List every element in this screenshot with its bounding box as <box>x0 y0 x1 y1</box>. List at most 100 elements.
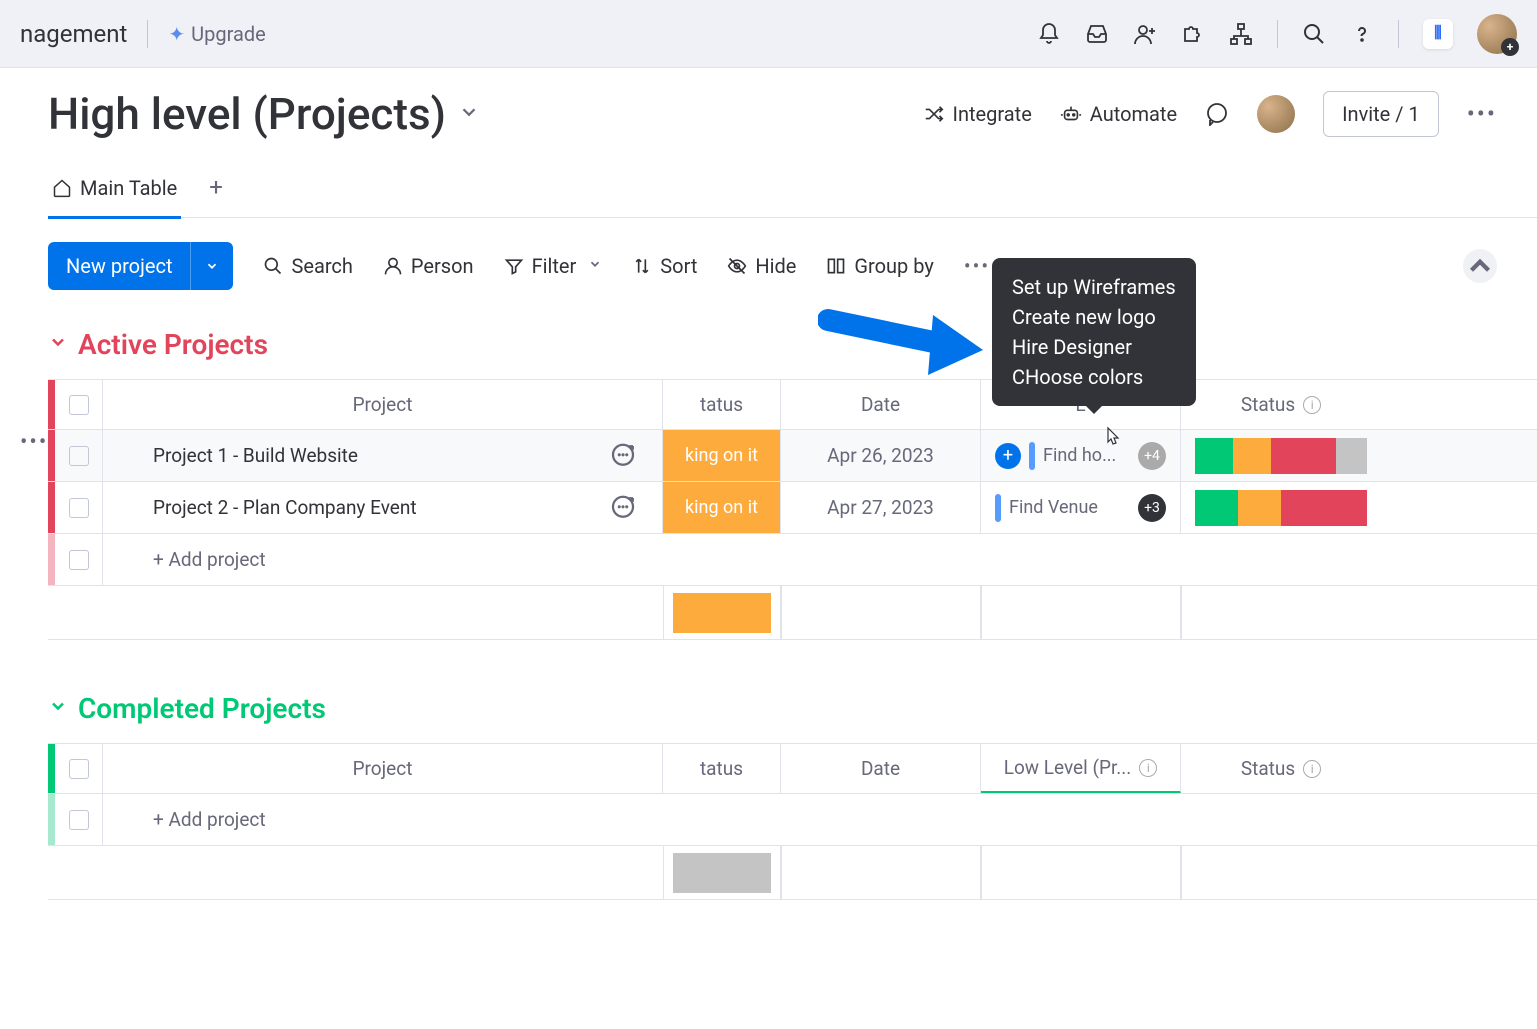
puzzle-icon[interactable] <box>1181 22 1205 46</box>
more-options-icon[interactable]: ••• <box>1467 100 1497 128</box>
info-icon[interactable]: i <box>1303 760 1321 778</box>
group-color-bar <box>48 482 55 533</box>
date-cell[interactable]: Apr 26, 2023 <box>781 430 981 481</box>
collapse-toolbar-button[interactable] <box>1463 249 1497 283</box>
statusbar-cell[interactable] <box>1181 430 1381 481</box>
row-checkbox[interactable] <box>55 430 103 481</box>
person-icon <box>383 256 403 276</box>
robot-icon <box>1060 103 1082 125</box>
count-badge[interactable]: +4 <box>1138 442 1166 470</box>
conversation-icon[interactable] <box>608 493 638 523</box>
add-project-row[interactable]: + Add project <box>48 794 1537 846</box>
select-all-checkbox[interactable] <box>55 744 103 793</box>
row-checkbox[interactable] <box>55 482 103 533</box>
summary-statusbar <box>1181 586 1381 639</box>
column-status-bar[interactable]: Statusi <box>1181 744 1381 793</box>
automate-button[interactable]: Automate <box>1060 102 1177 126</box>
tab-label: Main Table <box>80 176 177 200</box>
row-menu-icon[interactable]: ••• <box>20 430 48 455</box>
summary-date <box>781 846 981 899</box>
add-view-button[interactable]: + <box>209 173 223 213</box>
chat-icon[interactable] <box>1205 102 1229 126</box>
group-color-bar <box>48 534 55 585</box>
group-color-bar <box>48 380 55 429</box>
lowlevel-cell[interactable]: + Find ho... +4 <box>981 430 1181 481</box>
new-project-label: New project <box>48 242 190 290</box>
count-badge[interactable]: +3 <box>1138 494 1166 522</box>
invite-person-icon[interactable] <box>1133 22 1157 46</box>
summary-lowlevel <box>981 586 1181 639</box>
help-icon[interactable] <box>1350 22 1374 46</box>
table-header-row: Project tatus Date L Statusi <box>48 380 1537 430</box>
info-icon[interactable]: i <box>1303 396 1321 414</box>
add-project-label: + Add project <box>117 808 266 831</box>
column-status[interactable]: tatus <box>663 380 781 429</box>
bell-icon[interactable] <box>1037 22 1061 46</box>
add-subitem-icon[interactable]: + <box>995 443 1021 469</box>
app-logo[interactable]: ⦀ <box>1423 19 1453 49</box>
person-filter-button[interactable]: Person <box>383 254 474 278</box>
table-row: ••• Project 1 - Build Website king on it… <box>48 430 1537 482</box>
search-icon[interactable] <box>1302 22 1326 46</box>
date-cell[interactable]: Apr 27, 2023 <box>781 482 981 533</box>
column-project[interactable]: Project <box>103 744 663 793</box>
topbar: nagement ✦ Upgrade ⦀ + <box>0 0 1537 68</box>
status-cell[interactable]: king on it <box>663 482 781 533</box>
upgrade-button[interactable]: ✦ Upgrade <box>168 22 265 46</box>
status-cell[interactable]: king on it <box>663 430 781 481</box>
group-title: Completed Projects <box>78 692 326 725</box>
column-date[interactable]: Date <box>781 744 981 793</box>
sparkle-icon: ✦ <box>168 22 185 46</box>
column-low-level[interactable]: Low Level (Pr...i <box>981 744 1181 793</box>
column-project[interactable]: Project <box>103 380 663 429</box>
hide-button[interactable]: Hide <box>727 254 796 278</box>
add-project-row[interactable]: + Add project <box>48 534 1537 586</box>
project-cell[interactable]: Project 1 - Build Website <box>103 430 663 481</box>
filter-icon <box>504 256 524 276</box>
integrate-button[interactable]: Integrate <box>923 102 1032 126</box>
row-checkbox[interactable] <box>55 794 103 845</box>
board-title[interactable]: High level (Projects) <box>48 88 446 140</box>
summary-lowlevel <box>981 846 1181 899</box>
invite-button[interactable]: Invite / 1 <box>1323 91 1439 137</box>
chevron-down-icon[interactable] <box>458 101 480 127</box>
chevron-down-icon[interactable] <box>190 242 233 290</box>
project-cell[interactable]: Project 2 - Plan Company Event <box>103 482 663 533</box>
new-project-button[interactable]: New project <box>48 242 233 290</box>
row-checkbox[interactable] <box>55 534 103 585</box>
tab-main-table[interactable]: Main Table <box>48 168 181 219</box>
board-area: High level (Projects) Integrate Automate… <box>0 68 1537 900</box>
automate-label: Automate <box>1090 102 1177 126</box>
avatar-plus-icon: + <box>1501 38 1519 56</box>
groupby-button[interactable]: Group by <box>826 254 933 278</box>
group-header[interactable]: Active Projects <box>48 328 1537 361</box>
more-tools-icon[interactable]: ••• <box>964 254 990 278</box>
inbox-icon[interactable] <box>1085 22 1109 46</box>
user-avatar[interactable]: + <box>1477 14 1517 54</box>
mini-bar <box>995 494 1001 522</box>
group-header[interactable]: Completed Projects <box>48 692 1537 725</box>
chevron-down-icon[interactable] <box>588 257 602 275</box>
lowlevel-cell[interactable]: Find Venue +3 <box>981 482 1181 533</box>
cursor-pointer-icon <box>1100 426 1124 450</box>
column-status-bar[interactable]: Statusi <box>1181 380 1381 429</box>
statusbar-cell[interactable] <box>1181 482 1381 533</box>
column-status[interactable]: tatus <box>663 744 781 793</box>
info-icon[interactable]: i <box>1139 759 1157 777</box>
annotation-arrow <box>818 290 998 394</box>
sort-button[interactable]: Sort <box>632 254 697 278</box>
eye-off-icon <box>727 256 747 276</box>
sitemap-icon[interactable] <box>1229 22 1253 46</box>
summary-statusbar <box>1181 846 1381 899</box>
chevron-down-icon <box>48 332 68 357</box>
filter-button[interactable]: Filter <box>504 254 577 278</box>
search-button[interactable]: Search <box>263 254 352 278</box>
project-name: Project 1 - Build Website <box>117 444 608 467</box>
board-header: High level (Projects) Integrate Automate… <box>48 88 1537 140</box>
table-toolbar: New project Search Person Filter Sort Hi… <box>48 242 1537 290</box>
home-icon <box>52 178 72 198</box>
separator <box>147 20 148 48</box>
select-all-checkbox[interactable] <box>55 380 103 429</box>
conversation-icon[interactable] <box>608 441 638 471</box>
board-owner-avatar[interactable] <box>1257 95 1295 133</box>
